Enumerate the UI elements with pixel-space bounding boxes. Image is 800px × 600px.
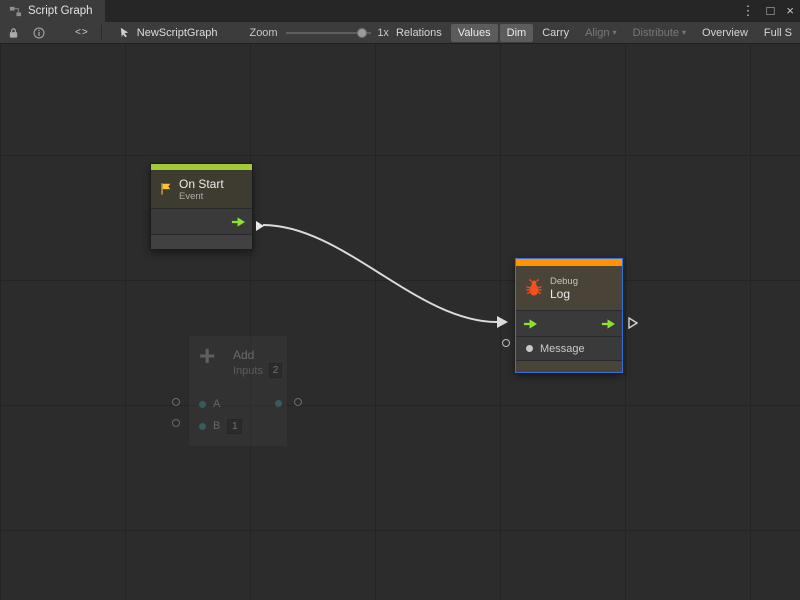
distribute-label: Distribute: [633, 27, 679, 39]
zoom-label: Zoom: [249, 27, 277, 39]
info-icon[interactable]: [32, 26, 45, 40]
input-a-label: A: [213, 398, 220, 410]
node-debug-log[interactable]: Debug Log Message: [515, 258, 623, 373]
b-value-field[interactable]: 1: [227, 419, 242, 434]
message-port-label: Message: [540, 343, 585, 355]
tab-script-graph[interactable]: Script Graph: [0, 0, 105, 22]
zoom-slider-knob[interactable]: [357, 28, 367, 38]
node-title: Log: [550, 287, 578, 301]
tab-title: Script Graph: [28, 5, 93, 17]
graph-name[interactable]: NewScriptGraph: [137, 27, 218, 39]
menu-icon[interactable]: ⋮: [742, 0, 755, 22]
node-subtitle: Event: [179, 191, 224, 202]
on-start-output-row[interactable]: [151, 208, 252, 234]
flow-out-arrow-icon[interactable]: [601, 317, 615, 331]
toolbar-separator: [101, 25, 102, 41]
input-row-b[interactable]: B 1: [189, 416, 287, 436]
code-icon[interactable]: <>: [75, 26, 89, 40]
chevron-down-icon: ▾: [613, 28, 617, 37]
node-title: Add: [233, 348, 254, 362]
trigger-out-port[interactable]: [255, 219, 265, 231]
values-button[interactable]: Values: [451, 24, 498, 42]
align-button[interactable]: Align ▾: [578, 24, 623, 42]
on-start-footer: [151, 234, 252, 249]
window-tab-bar: Script Graph ⋮ □ ×: [0, 0, 800, 22]
carry-button[interactable]: Carry: [535, 24, 576, 42]
inputs-count-field[interactable]: 2: [269, 363, 282, 378]
input-a-port[interactable]: [172, 398, 180, 406]
debug-log-header[interactable]: Debug Log: [516, 266, 622, 310]
close-icon[interactable]: ×: [786, 0, 794, 22]
input-b-label: B: [213, 420, 220, 432]
bug-icon: [524, 278, 544, 298]
flag-icon: [159, 182, 173, 196]
script-graph-icon: [8, 4, 22, 18]
fullscreen-button[interactable]: Full S: [757, 24, 799, 42]
inputs-label: Inputs: [233, 365, 263, 377]
graph-canvas[interactable]: On Start Event Debug: [0, 44, 800, 600]
node-category: Debug: [550, 276, 578, 287]
align-label: Align: [585, 27, 609, 39]
zoom-value: 1x: [377, 27, 389, 39]
maximize-icon[interactable]: □: [767, 0, 775, 22]
zoom-slider[interactable]: [286, 26, 372, 40]
pointer-icon: [118, 26, 131, 40]
debug-flow-row[interactable]: [516, 310, 622, 336]
port-dot[interactable]: [199, 401, 206, 408]
dim-button[interactable]: Dim: [500, 24, 534, 42]
plus-icon: +: [199, 340, 215, 372]
relations-button[interactable]: Relations: [389, 24, 449, 42]
script-graph-window: Script Graph ⋮ □ × <> NewScriptGraph Zoo…: [0, 0, 800, 600]
debug-accent-bar: [516, 259, 622, 266]
add-node-body[interactable]: + Add Inputs 2 A B 1: [188, 335, 288, 447]
connection-wire: [0, 44, 800, 600]
debug-message-row[interactable]: Message: [516, 336, 622, 360]
trigger-out-port[interactable]: [628, 316, 638, 328]
input-b-port[interactable]: [172, 419, 180, 427]
window-controls: ⋮ □ ×: [742, 0, 794, 22]
node-title: On Start: [179, 177, 224, 191]
message-input-port[interactable]: [502, 339, 510, 347]
overview-button[interactable]: Overview: [695, 24, 755, 42]
sum-output-port[interactable]: [294, 398, 302, 406]
chevron-down-icon: ▾: [682, 28, 686, 37]
node-on-start[interactable]: On Start Event: [150, 163, 253, 250]
flow-in-arrow-icon[interactable]: [523, 317, 537, 331]
input-row-a[interactable]: A: [189, 394, 287, 414]
lock-icon[interactable]: [7, 26, 20, 40]
graph-toolbar: <> NewScriptGraph Zoom 1x Relations Valu…: [0, 22, 800, 44]
on-start-header[interactable]: On Start Event: [151, 170, 252, 208]
output-port-dot[interactable]: [275, 400, 282, 407]
distribute-button[interactable]: Distribute ▾: [626, 24, 693, 42]
node-add-dimmed[interactable]: + Add Inputs 2 A B 1: [170, 335, 306, 447]
port-dot[interactable]: [199, 423, 206, 430]
debug-footer: [516, 360, 622, 372]
message-port-dot[interactable]: [526, 345, 533, 352]
flow-arrow-icon: [231, 215, 245, 229]
